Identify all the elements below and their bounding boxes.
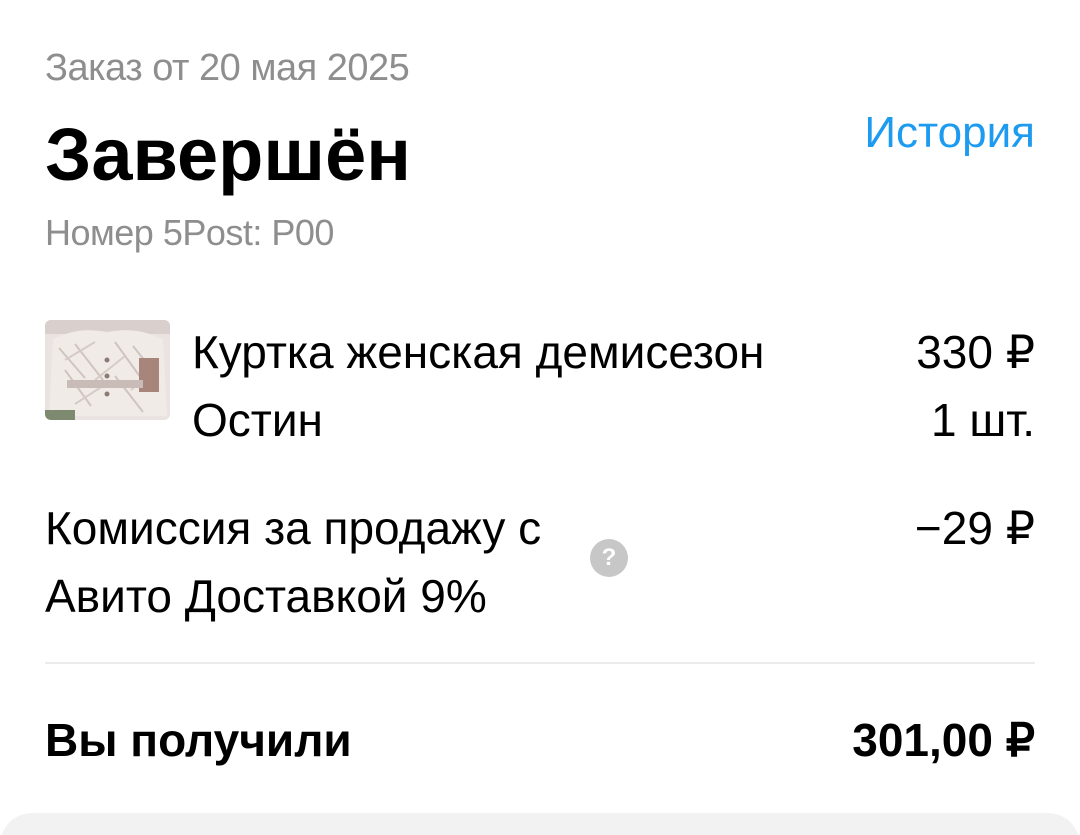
product-name[interactable]: Куртка женская демисезон Остин xyxy=(192,318,852,454)
commission-label: Комиссия за продажу с Авито Доставкой 9% xyxy=(45,502,542,622)
tracking-number: Номер 5Post: P00 xyxy=(45,212,334,253)
commission-amount: −29 ₽ xyxy=(914,502,1035,554)
product-price: 330 ₽ xyxy=(916,326,1035,378)
order-date: Заказ от 20 мая 2025 xyxy=(45,47,410,89)
history-link[interactable]: История xyxy=(864,108,1035,158)
jacket-photo-image xyxy=(45,320,170,420)
question-icon[interactable]: ? xyxy=(590,539,628,577)
order-details-page: Заказ от 20 мая 2025 Завершён История Но… xyxy=(0,0,1080,835)
total-amount: 301,00 ₽ xyxy=(852,714,1035,766)
total-label: Вы получили xyxy=(45,714,352,766)
next-section-card xyxy=(0,813,1080,835)
product-quantity: 1 шт. xyxy=(930,394,1035,446)
divider xyxy=(45,662,1035,664)
product-thumbnail[interactable] xyxy=(45,320,170,420)
order-status-title: Завершён xyxy=(45,113,411,196)
